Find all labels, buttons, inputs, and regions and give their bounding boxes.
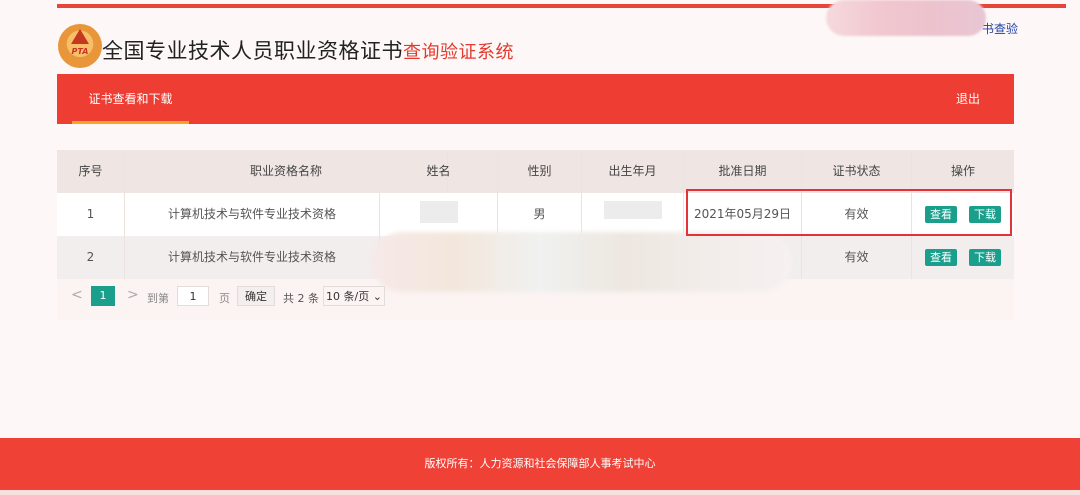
certificate-check-link[interactable]: 书查验 bbox=[982, 20, 1018, 37]
col-header-actions: 操作 bbox=[950, 164, 975, 178]
total-count: 共 2 条 bbox=[283, 292, 319, 305]
logo-text: PTA bbox=[71, 47, 89, 56]
site-title: 全国专业技术人员职业资格证书查询验证系统 bbox=[102, 35, 514, 65]
logout-link[interactable]: 退出 bbox=[956, 74, 980, 124]
view-button[interactable]: 查看 bbox=[925, 249, 957, 266]
row-qualification: 计算机技术与软件专业技术资格 bbox=[125, 193, 380, 236]
col-header-birth: 出生年月 bbox=[582, 150, 684, 193]
chevron-down-icon: ⌄ bbox=[372, 290, 382, 303]
blurred-region-row2 bbox=[372, 232, 792, 292]
col-header-gender: 性别 bbox=[498, 150, 582, 193]
pta-logo: PTA bbox=[58, 24, 102, 68]
row-index: 2 bbox=[57, 236, 125, 279]
highlight-box bbox=[686, 189, 1012, 236]
row-actions: 查看 下载 bbox=[912, 236, 1014, 279]
goto-label: 到第 bbox=[147, 292, 169, 305]
page-1-button[interactable]: 1 bbox=[91, 286, 115, 306]
goto-page-input[interactable]: 1 bbox=[177, 286, 209, 306]
next-page-icon[interactable]: > bbox=[127, 287, 139, 303]
site-title-main: 全国专业技术人员职业资格证书 bbox=[102, 39, 403, 63]
page-unit-label: 页 bbox=[219, 292, 230, 305]
pagination: < 1 > 到第 1 页 确定 共 2 条 10 条/页 ⌄ bbox=[57, 282, 397, 310]
download-button[interactable]: 下载 bbox=[969, 249, 1001, 266]
active-tab-indicator bbox=[72, 121, 189, 124]
row-index: 1 bbox=[57, 193, 125, 236]
redacted-birth bbox=[604, 201, 662, 219]
blurred-region-top-right bbox=[826, 0, 986, 36]
row-person-name bbox=[380, 193, 498, 236]
footer-bottom-edge bbox=[0, 490, 1080, 495]
prev-page-icon[interactable]: < bbox=[71, 287, 83, 303]
col-header-status: 证书状态 bbox=[802, 150, 912, 193]
footer: 版权所有：人力资源和社会保障部人事考试中心 bbox=[0, 438, 1080, 490]
logo-triangle bbox=[71, 29, 89, 44]
redacted-name bbox=[420, 201, 458, 223]
row-gender: 男 bbox=[498, 193, 582, 236]
row-qualification: 计算机技术与软件专业技术资格 bbox=[125, 236, 380, 279]
col-header-index: 序号 bbox=[57, 150, 125, 193]
per-page-value: 10 条/页 bbox=[326, 290, 370, 303]
per-page-select[interactable]: 10 条/页 ⌄ bbox=[323, 286, 385, 306]
main-navbar: 证书查看和下载 退出 bbox=[57, 74, 1014, 124]
site-title-accent: 查询验证系统 bbox=[403, 42, 514, 63]
col-header-approval-date: 批准日期 bbox=[684, 150, 802, 193]
table-header-row: 序号 职业资格名称 姓名 性别 出生年月 批准日期 证书状态 操作 bbox=[57, 150, 1014, 193]
row-status: 有效 bbox=[802, 236, 912, 279]
row-birth bbox=[582, 193, 684, 236]
footer-copyright: 版权所有：人力资源和社会保障部人事考试中心 bbox=[424, 457, 656, 470]
goto-confirm-button[interactable]: 确定 bbox=[237, 286, 275, 306]
tab-certificate-view-download[interactable]: 证书查看和下载 bbox=[72, 74, 189, 124]
col-header-name: 姓名 bbox=[380, 150, 498, 193]
